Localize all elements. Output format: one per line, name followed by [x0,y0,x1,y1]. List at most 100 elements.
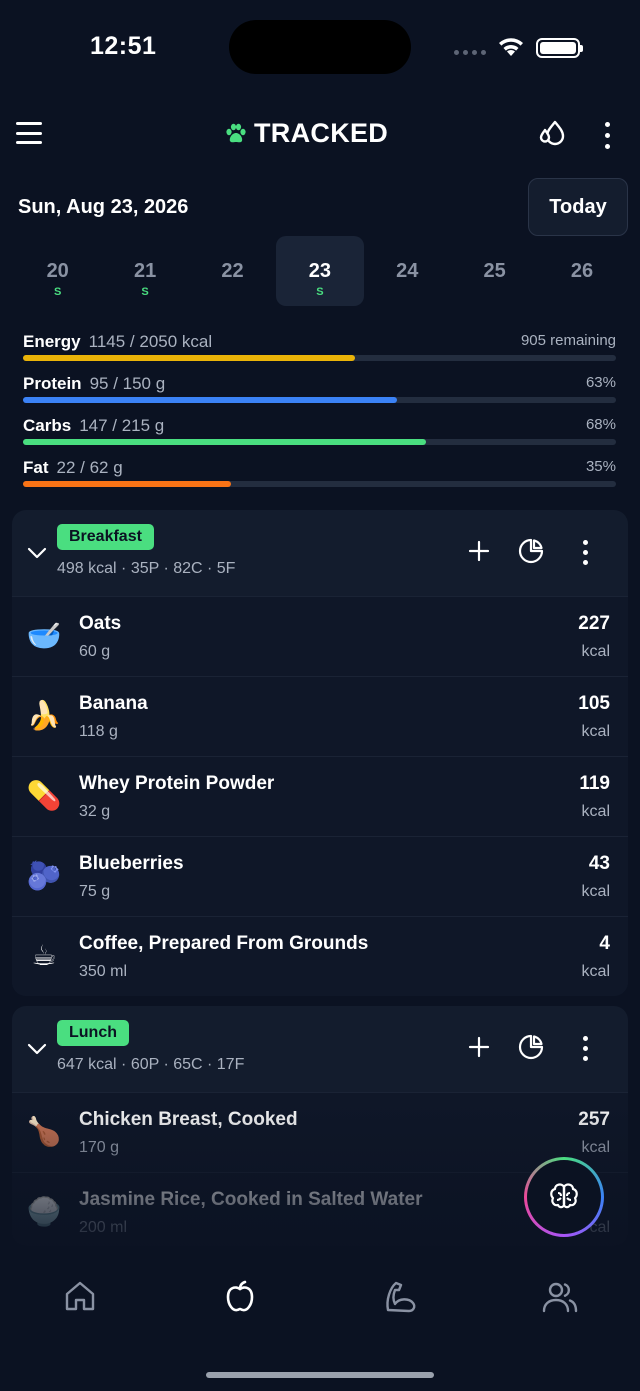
paw-icon [226,123,246,142]
food-kcal-unit: kcal [581,803,610,820]
more-vertical-icon[interactable] [583,540,588,565]
plus-icon[interactable] [468,1036,490,1058]
food-kcal-unit: kcal [581,1139,610,1156]
week-strip: 20 S 21 S 22 23 S 24 25 26 [14,236,626,306]
wifi-icon [499,38,523,56]
meal-summary: 647 kcal · 60P · 65C · 17F [57,1056,245,1073]
food-kcal-unit: kcal [581,723,610,740]
macro-carbs: Carbs 147 / 215 g 68% [23,414,616,456]
food-item[interactable]: 💊 Whey Protein Powder 32 g 119 kcal [12,756,628,836]
macro-progress-track [23,439,616,445]
food-name: Jasmine Rice, Cooked in Salted Water [79,1189,423,1210]
app-title: TRACKED [254,118,389,148]
macro-status: 905 remaining [520,332,616,349]
current-date: Sun, Aug 23, 2026 [18,196,189,218]
pie-chart-icon[interactable] [518,538,544,564]
water-drops-icon[interactable] [536,118,568,150]
food-item[interactable]: 🫐 Blueberries 75 g 43 kcal [12,836,628,916]
meal-name-tag[interactable]: Lunch [57,1020,129,1046]
plus-icon[interactable] [468,540,490,562]
macro-name: Energy [23,332,81,351]
food-emoji-icon: 🍌 [26,700,62,731]
home-icon[interactable] [62,1278,98,1314]
macro-label: Fat 22 / 62 g [23,458,123,478]
food-kcal: 105 [578,693,610,714]
food-emoji-icon: 💊 [26,780,62,811]
day-number: 20 [46,260,69,282]
macro-name: Protein [23,374,82,393]
day-25[interactable]: 25 [451,236,538,306]
day-number: 21 [133,260,157,282]
food-name: Coffee, Prepared From Grounds [79,933,369,954]
macro-progress-track [23,355,616,361]
status-time: 12:51 [90,32,157,60]
more-vertical-icon[interactable] [583,1036,588,1061]
status-bar: 12:51 [0,0,640,96]
food-emoji-icon: 🥣 [26,620,62,651]
bottom-tab-bar [0,1252,640,1391]
macro-progress-track [23,481,616,487]
macro-progress-fill [23,355,356,361]
macro-fat: Fat 22 / 62 g 35% [23,456,616,498]
date-bar: Sun, Aug 23, 2026 Today [0,178,640,238]
home-indicator [206,1372,434,1378]
day-number: 24 [396,260,419,282]
macro-label: Carbs 147 / 215 g [23,416,164,436]
food-kcal: 257 [578,1109,610,1130]
food-kcal-unit: kcal [581,643,610,660]
food-quantity: 350 ml [79,963,128,980]
chevron-down-icon[interactable] [26,542,48,564]
day-20[interactable]: 20 S [14,236,101,306]
food-quantity: 170 g [79,1139,120,1156]
food-kcal: 119 [579,773,610,794]
food-item[interactable]: 🥣 Oats 60 g 227 kcal [12,596,628,676]
macro-protein: Protein 95 / 150 g 63% [23,372,616,414]
top-bar: TRACKED [0,104,640,164]
meal-card-breakfast: Breakfast 498 kcal · 35P · 82C · 5F 🥣 Oats 6… [12,510,628,996]
food-emoji-icon: 🍚 [26,1196,62,1227]
day-23[interactable]: 23 S [276,236,364,306]
macro-amount: 147 / 215 g [79,416,165,435]
hamburger-menu-icon[interactable] [16,122,42,144]
food-item[interactable]: 🍗 Chicken Breast, Cooked 170 g 257 kcal [12,1092,628,1172]
food-item[interactable]: ☕ Coffee, Prepared From Grounds 350 ml 4 kca… [12,916,628,996]
macro-label: Protein 95 / 150 g [23,374,165,394]
food-emoji-icon: ☕ [31,940,57,971]
macro-name: Carbs [23,416,72,435]
food-name: Whey Protein Powder [79,773,275,794]
pie-chart-icon[interactable] [518,1034,544,1060]
apple-icon[interactable] [221,1278,259,1316]
food-kcal-unit: kcal [581,883,610,900]
meal-name-tag[interactable]: Breakfast [57,524,154,550]
ai-assistant-button[interactable] [524,1157,604,1237]
day-21[interactable]: 21 S [101,236,188,306]
macro-name: Fat [23,458,49,477]
today-button[interactable]: Today [528,178,628,236]
food-name: Chicken Breast, Cooked [79,1109,298,1130]
food-quantity: 200 ml [79,1219,128,1236]
food-name: Oats [79,613,122,634]
macro-progress-track [23,397,616,403]
more-vertical-icon[interactable] [605,122,610,149]
macro-amount: 95 / 150 g [89,374,166,393]
food-quantity: 75 g [79,883,111,900]
food-kcal: 227 [578,613,610,634]
food-quantity: 60 g [79,643,111,660]
day-22[interactable]: 22 [189,236,276,306]
macro-amount: 22 / 62 g [56,458,123,477]
food-quantity: 32 g [79,803,111,820]
users-icon[interactable] [541,1278,579,1316]
day-24[interactable]: 24 [364,236,451,306]
food-item[interactable]: 🍌 Banana 118 g 105 kcal [12,676,628,756]
food-kcal: 4 [599,933,610,954]
food-emoji-icon: 🫐 [26,860,62,891]
chevron-down-icon[interactable] [26,1038,48,1060]
macro-progress-list: Energy 1145 / 2050 kcal 905 remaining Prote… [23,330,616,498]
flexed-arm-icon[interactable] [382,1278,420,1316]
macro-status: 68% [585,416,616,433]
macro-amount: 1145 / 2050 kcal [88,332,213,351]
meal-header: Lunch 647 kcal · 60P · 65C · 17F [12,1006,628,1092]
day-26[interactable]: 26 [538,236,625,306]
food-name: Banana [79,693,148,714]
macro-progress-fill [23,397,397,403]
